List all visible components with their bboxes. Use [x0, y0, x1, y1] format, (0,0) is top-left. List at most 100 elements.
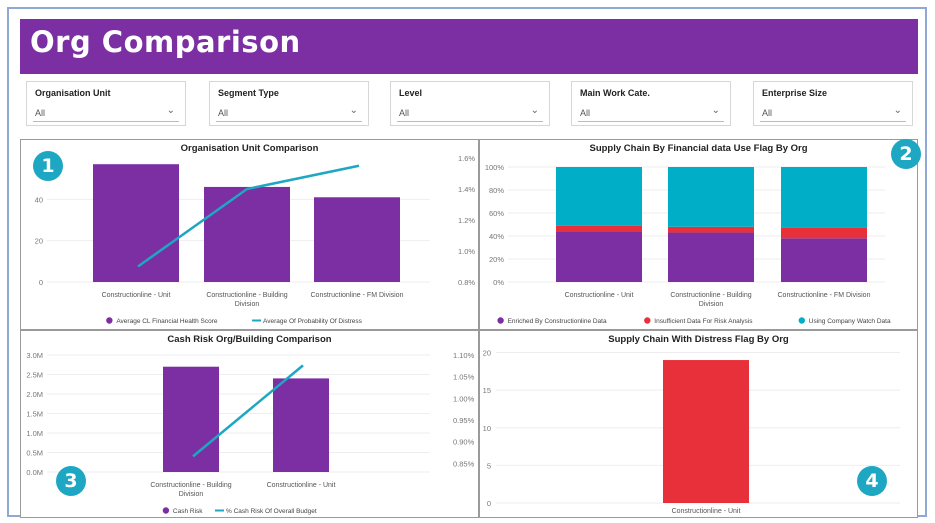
y-tick-label: 40 — [35, 195, 43, 204]
page-header: Org Comparison — [20, 19, 918, 74]
x-tick-label: Division — [179, 491, 204, 498]
y2-tick-label: 1.4% — [458, 185, 475, 194]
stacked-bar-segment — [668, 167, 754, 227]
y-tick-label: 2.5M — [26, 371, 43, 380]
bar-cash-risk — [273, 378, 329, 472]
y-tick-label: 20% — [489, 255, 504, 264]
cash-risk-chart: 0.0M 0.5M 1.0M 1.5M 2.0M 2.5M 3.0M 0.85% 0.90% 0.… — [26, 351, 475, 515]
stacked-bar-segment — [668, 232, 754, 282]
legend-marker — [162, 507, 170, 514]
x-tick-label: Constructionline - Building — [206, 292, 287, 299]
panel-cash-risk-comparison: Cash Risk Org/Building Comparison 0.0M 0.… — [20, 330, 479, 518]
filter-underline — [578, 121, 724, 122]
legend-marker — [644, 317, 651, 324]
filter-segment-type[interactable]: Segment Type All ⌄ — [209, 81, 369, 126]
filter-value: All — [35, 108, 46, 118]
filter-enterprise-size[interactable]: Enterprise Size All ⌄ — [753, 81, 913, 126]
x-tick-label: Constructionline - FM Division — [311, 292, 404, 299]
y-tick-label: 0.0M — [26, 468, 43, 477]
stacked-bar-segment — [781, 167, 867, 228]
y2-tick-label: 0.85% — [453, 459, 475, 468]
badge-4: 4 — [857, 466, 887, 496]
x-tick-label: Division — [235, 301, 260, 308]
panel-supply-chain-financial: Supply Chain By Financial data Use Flag … — [479, 139, 918, 330]
legend-marker — [497, 317, 504, 324]
y2-tick-label: 1.0% — [458, 247, 475, 256]
y-tick-label: 20 — [483, 349, 491, 358]
stacked-bar-segment — [781, 238, 867, 282]
stacked-bar-segment — [781, 227, 867, 239]
y-tick-label: 0 — [487, 499, 491, 508]
legend-label: % Cash Risk Of Overall Budget — [226, 508, 317, 515]
badge-2: 2 — [891, 139, 921, 169]
org-unit-chart: 0 20 40 0.8% 1.0% 1.2% 1.4% 1.6% Constructionlin… — [35, 154, 476, 325]
filter-organisation-unit[interactable]: Organisation Unit All ⌄ — [26, 81, 186, 126]
legend-marker — [106, 317, 113, 324]
y2-tick-label: 0.90% — [453, 438, 475, 447]
bar-health-score — [204, 186, 290, 282]
bar-health-score — [93, 164, 179, 282]
y2-tick-label: 0.8% — [458, 278, 475, 287]
y2-tick-label: 1.2% — [458, 216, 475, 225]
filter-level[interactable]: Level All ⌄ — [390, 81, 550, 126]
y2-tick-label: 1.00% — [453, 394, 475, 403]
stacked-bar-segment — [668, 226, 754, 233]
filter-value: All — [399, 108, 410, 118]
x-tick-label: Constructionline - Unit — [565, 292, 634, 299]
filter-underline — [33, 121, 179, 122]
legend-label: Average CL Financial Health Score — [116, 318, 218, 325]
filter-label: Enterprise Size — [762, 88, 828, 98]
panel-distress-flag: Supply Chain With Distress Flag By Org 0… — [479, 330, 918, 518]
filter-underline — [397, 121, 543, 122]
filter-label: Organisation Unit — [35, 88, 111, 98]
filter-underline — [760, 121, 906, 122]
y2-tick-label: 0.95% — [453, 416, 475, 425]
panel-org-unit-comparison: Organisation Unit Comparison 0 20 40 0.8% 1.… — [20, 139, 479, 330]
x-tick-label: Division — [699, 301, 724, 308]
bar-distress-flag — [663, 360, 749, 503]
distress-chart: 0 5 10 15 20 Constructionline - Unit — [483, 349, 900, 515]
page-title: Org Comparison — [30, 25, 301, 59]
y-tick-label: 0% — [493, 278, 504, 287]
y-tick-label: 2.0M — [26, 390, 43, 399]
filter-value: All — [762, 108, 773, 118]
y-tick-label: 100% — [485, 163, 505, 172]
y2-tick-label: 1.6% — [458, 154, 475, 163]
filter-main-work-category[interactable]: Main Work Cate. All ⌄ — [571, 81, 731, 126]
y-tick-label: 10 — [483, 424, 491, 433]
y-tick-label: 60% — [489, 209, 504, 218]
x-tick-label: Constructionline - FM Division — [778, 292, 871, 299]
y-tick-label: 20 — [35, 237, 43, 246]
chevron-down-icon: ⌄ — [893, 105, 902, 116]
legend-marker — [798, 317, 805, 324]
x-tick-label: Constructionline - Unit — [267, 482, 336, 489]
filter-value: All — [218, 108, 229, 118]
badge-1: 1 — [33, 151, 63, 181]
x-tick-label: Constructionline - Unit — [672, 508, 741, 515]
stacked-bar-segment — [556, 231, 642, 282]
chevron-down-icon: ⌄ — [166, 105, 175, 116]
chevron-down-icon: ⌄ — [711, 105, 720, 116]
legend-label: Average Of Probability Of Distress — [263, 318, 363, 325]
y-tick-label: 1.5M — [26, 410, 43, 419]
x-tick-label: Constructionline - Building — [670, 292, 751, 299]
x-tick-label: Constructionline - Building — [150, 482, 231, 489]
filter-underline — [216, 121, 362, 122]
stacked-bar-segment — [556, 167, 642, 226]
supply-financial-chart: 0% 20% 40% 60% 80% 100% Constructionline - Uni… — [485, 163, 891, 325]
legend-label: Cash Risk — [173, 508, 203, 515]
legend-label: Using Company Watch Data — [809, 318, 891, 325]
legend-label: Insufficient Data For Risk Analysis — [654, 318, 753, 325]
bar-cash-risk — [163, 366, 219, 472]
y-tick-label: 40% — [489, 232, 504, 241]
bar-health-score — [314, 197, 400, 282]
filter-value: All — [580, 108, 591, 118]
y-tick-label: 15 — [483, 386, 491, 395]
y2-tick-label: 1.05% — [453, 373, 475, 382]
chevron-down-icon: ⌄ — [530, 105, 539, 116]
chevron-down-icon: ⌄ — [349, 105, 358, 116]
y-tick-label: 1.0M — [26, 429, 43, 438]
y2-tick-label: 1.10% — [453, 351, 475, 360]
y-tick-label: 80% — [489, 186, 504, 195]
filter-label: Level — [399, 88, 423, 98]
